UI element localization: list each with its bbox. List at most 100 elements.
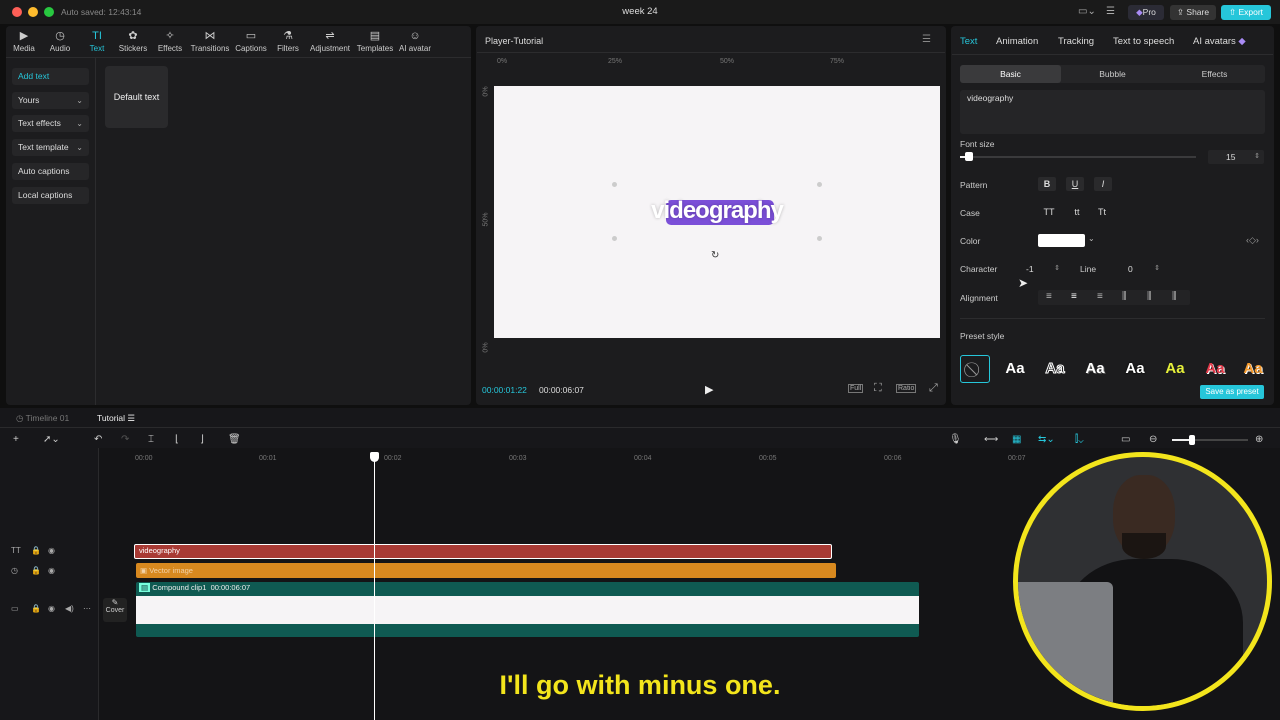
lock-icon[interactable]: 🔒 (31, 604, 41, 613)
case-title-button[interactable]: Tt (1093, 205, 1111, 219)
local-captions-button[interactable]: Local captions (12, 187, 89, 204)
yours-menu[interactable]: Yours ⌄ (12, 92, 89, 109)
eye-icon[interactable]: ◉ (48, 546, 55, 555)
default-text-card[interactable]: Default text (105, 66, 168, 128)
timeline-tab-2[interactable]: Tutorial ☰ (97, 413, 135, 424)
zoom-slider-handle[interactable] (1189, 435, 1195, 445)
lock-icon[interactable]: 🔒 (31, 566, 41, 575)
share-button[interactable]: ⇪ Share (1170, 5, 1216, 20)
align-left-icon[interactable]: ≡ (1046, 291, 1052, 302)
fit-screen-icon[interactable]: ⛶ (874, 382, 882, 395)
player-menu-icon[interactable]: ☰ (922, 34, 931, 45)
eye-icon[interactable]: ◉ (48, 566, 55, 575)
preset-style-red[interactable]: Aa (1200, 355, 1230, 383)
rotate-icon[interactable]: ↻ (711, 250, 719, 261)
cover-button[interactable]: ✎ Cover (103, 598, 127, 622)
tool-transitions[interactable]: ⋈ Transitions (190, 30, 230, 53)
vector-image-clip[interactable]: ▣ Vector image (136, 563, 836, 578)
tab-text-to-speech[interactable]: Text to speech (1113, 36, 1174, 47)
font-size-slider-handle[interactable] (965, 152, 973, 161)
text-effects-menu[interactable]: Text effects ⌄ (12, 115, 89, 132)
trim-left-icon[interactable]: ⌊ (175, 434, 179, 445)
underline-button[interactable]: U (1066, 177, 1084, 191)
text-clip[interactable]: videography (134, 544, 832, 559)
fullscreen-icon[interactable]: ⤢ (929, 382, 938, 395)
canvas-text[interactable]: videography (614, 197, 820, 225)
tool-stickers[interactable]: ✿ Stickers (113, 30, 153, 53)
timeline-tab-1[interactable]: ◷ Timeline 01 (16, 413, 69, 424)
delete-icon[interactable]: 🗑 (228, 434, 241, 445)
color-swatch[interactable] (1038, 234, 1085, 247)
tool-text[interactable]: TI Text (77, 30, 117, 53)
line-spacing-field[interactable]: 0 ⇕ (1112, 262, 1162, 276)
preset-style-yellow[interactable]: Aa (1160, 355, 1190, 383)
lock-icon[interactable]: 🔒 (31, 546, 41, 555)
resize-handle[interactable] (817, 236, 822, 241)
stepper-icon[interactable]: ⇕ (1154, 262, 1160, 276)
font-size-field[interactable]: 15 ⇕ (1208, 150, 1264, 164)
font-size-slider-track[interactable] (960, 156, 1196, 158)
subtab-basic[interactable]: Basic (960, 65, 1061, 83)
play-icon[interactable]: ▶ (705, 383, 713, 396)
split-icon[interactable]: ⌶ (148, 434, 154, 445)
case-uppercase-button[interactable]: TT (1040, 205, 1058, 219)
align-vertical-top-icon[interactable]: ⫼ (1122, 291, 1127, 302)
pro-button[interactable]: ◆Pro (1128, 5, 1164, 20)
tool-ai-avatar[interactable]: ☺ AI avatar (395, 30, 435, 53)
caption-track-icon[interactable]: ▭ (1121, 434, 1130, 445)
microphone-icon[interactable]: 🎙 (949, 434, 962, 445)
link-icon[interactable]: ⟷ (984, 434, 998, 445)
eye-icon[interactable]: ◉ (48, 604, 55, 613)
tool-filters[interactable]: ⚗ Filters (268, 30, 308, 53)
tool-adjustment[interactable]: ⇌ Adjustment (310, 30, 350, 53)
add-text-button[interactable]: Add text (12, 68, 89, 85)
mute-icon[interactable]: ◀) (65, 604, 74, 613)
align-right-icon[interactable]: ≡ (1097, 291, 1103, 302)
subtab-bubble[interactable]: Bubble (1062, 65, 1163, 83)
zoom-in-icon[interactable]: ⊕ (1255, 434, 1263, 445)
case-lowercase-button[interactable]: tt (1068, 205, 1086, 219)
preset-style-outline[interactable]: Aa (1040, 355, 1070, 383)
italic-button[interactable]: I (1094, 177, 1112, 191)
subtab-effects[interactable]: Effects (1164, 65, 1265, 83)
text-content-input[interactable]: videography (960, 90, 1265, 134)
stepper-icon[interactable]: ⇕ (1254, 150, 1260, 164)
preset-style-shadow[interactable]: Aa (1080, 355, 1110, 383)
select-tool-icon[interactable]: ➚⌄ (43, 434, 60, 445)
trim-right-icon[interactable]: ⌋ (200, 434, 204, 445)
more-icon[interactable]: ⋯ (83, 604, 91, 613)
stepper-icon[interactable]: ⇕ (1054, 262, 1060, 276)
menu-icon[interactable]: ☰ (1106, 6, 1115, 17)
keyframe-icon[interactable]: ‹◇› (1246, 235, 1259, 246)
playhead-handle[interactable] (370, 452, 379, 462)
tab-animation[interactable]: Animation (996, 36, 1038, 47)
tab-ai-avatars[interactable]: AI avatars ◆ (1193, 36, 1246, 47)
preset-style-glow[interactable]: Aa (1120, 355, 1150, 383)
tab-tracking[interactable]: Tracking (1058, 36, 1094, 47)
tool-audio[interactable]: ◷ Audio (40, 30, 80, 53)
redo-icon[interactable]: ↷ (121, 434, 129, 445)
zoom-out-icon[interactable]: ⊖ (1149, 434, 1157, 445)
tab-text[interactable]: Text (960, 36, 977, 47)
layout-icon[interactable]: ▭⌄ (1078, 6, 1096, 17)
character-spacing-field[interactable]: -1 ⇕ (1012, 262, 1062, 276)
full-quality-button[interactable]: Full (848, 384, 864, 393)
tool-effects[interactable]: ✧ Effects (150, 30, 190, 53)
export-button[interactable]: ⇧ Export (1221, 5, 1271, 20)
resize-handle[interactable] (612, 236, 617, 241)
chevron-down-icon[interactable]: ⌄ (1088, 234, 1095, 243)
auto-captions-button[interactable]: Auto captions (12, 163, 89, 180)
tool-media[interactable]: ▶ Media (4, 30, 44, 53)
align-vertical-middle-icon[interactable]: ⫼ (1147, 291, 1152, 302)
add-track-icon[interactable]: + (13, 434, 19, 445)
resize-handle[interactable] (612, 182, 617, 187)
align-center-icon[interactable]: ≡ (1071, 291, 1077, 302)
save-as-preset-button[interactable]: Save as preset (1200, 385, 1264, 399)
preview-axis-icon[interactable]: ⫿⌄ (1075, 434, 1084, 445)
preset-style-orange[interactable]: Aa (1238, 355, 1268, 383)
tool-captions[interactable]: ▭ Captions (231, 30, 271, 53)
tool-templates[interactable]: ▤ Templates (355, 30, 395, 53)
auto-snap-icon[interactable]: ⇆⌄ (1038, 434, 1055, 445)
preset-style-plain[interactable]: Aa (1000, 355, 1030, 383)
bold-button[interactable]: B (1038, 177, 1056, 191)
